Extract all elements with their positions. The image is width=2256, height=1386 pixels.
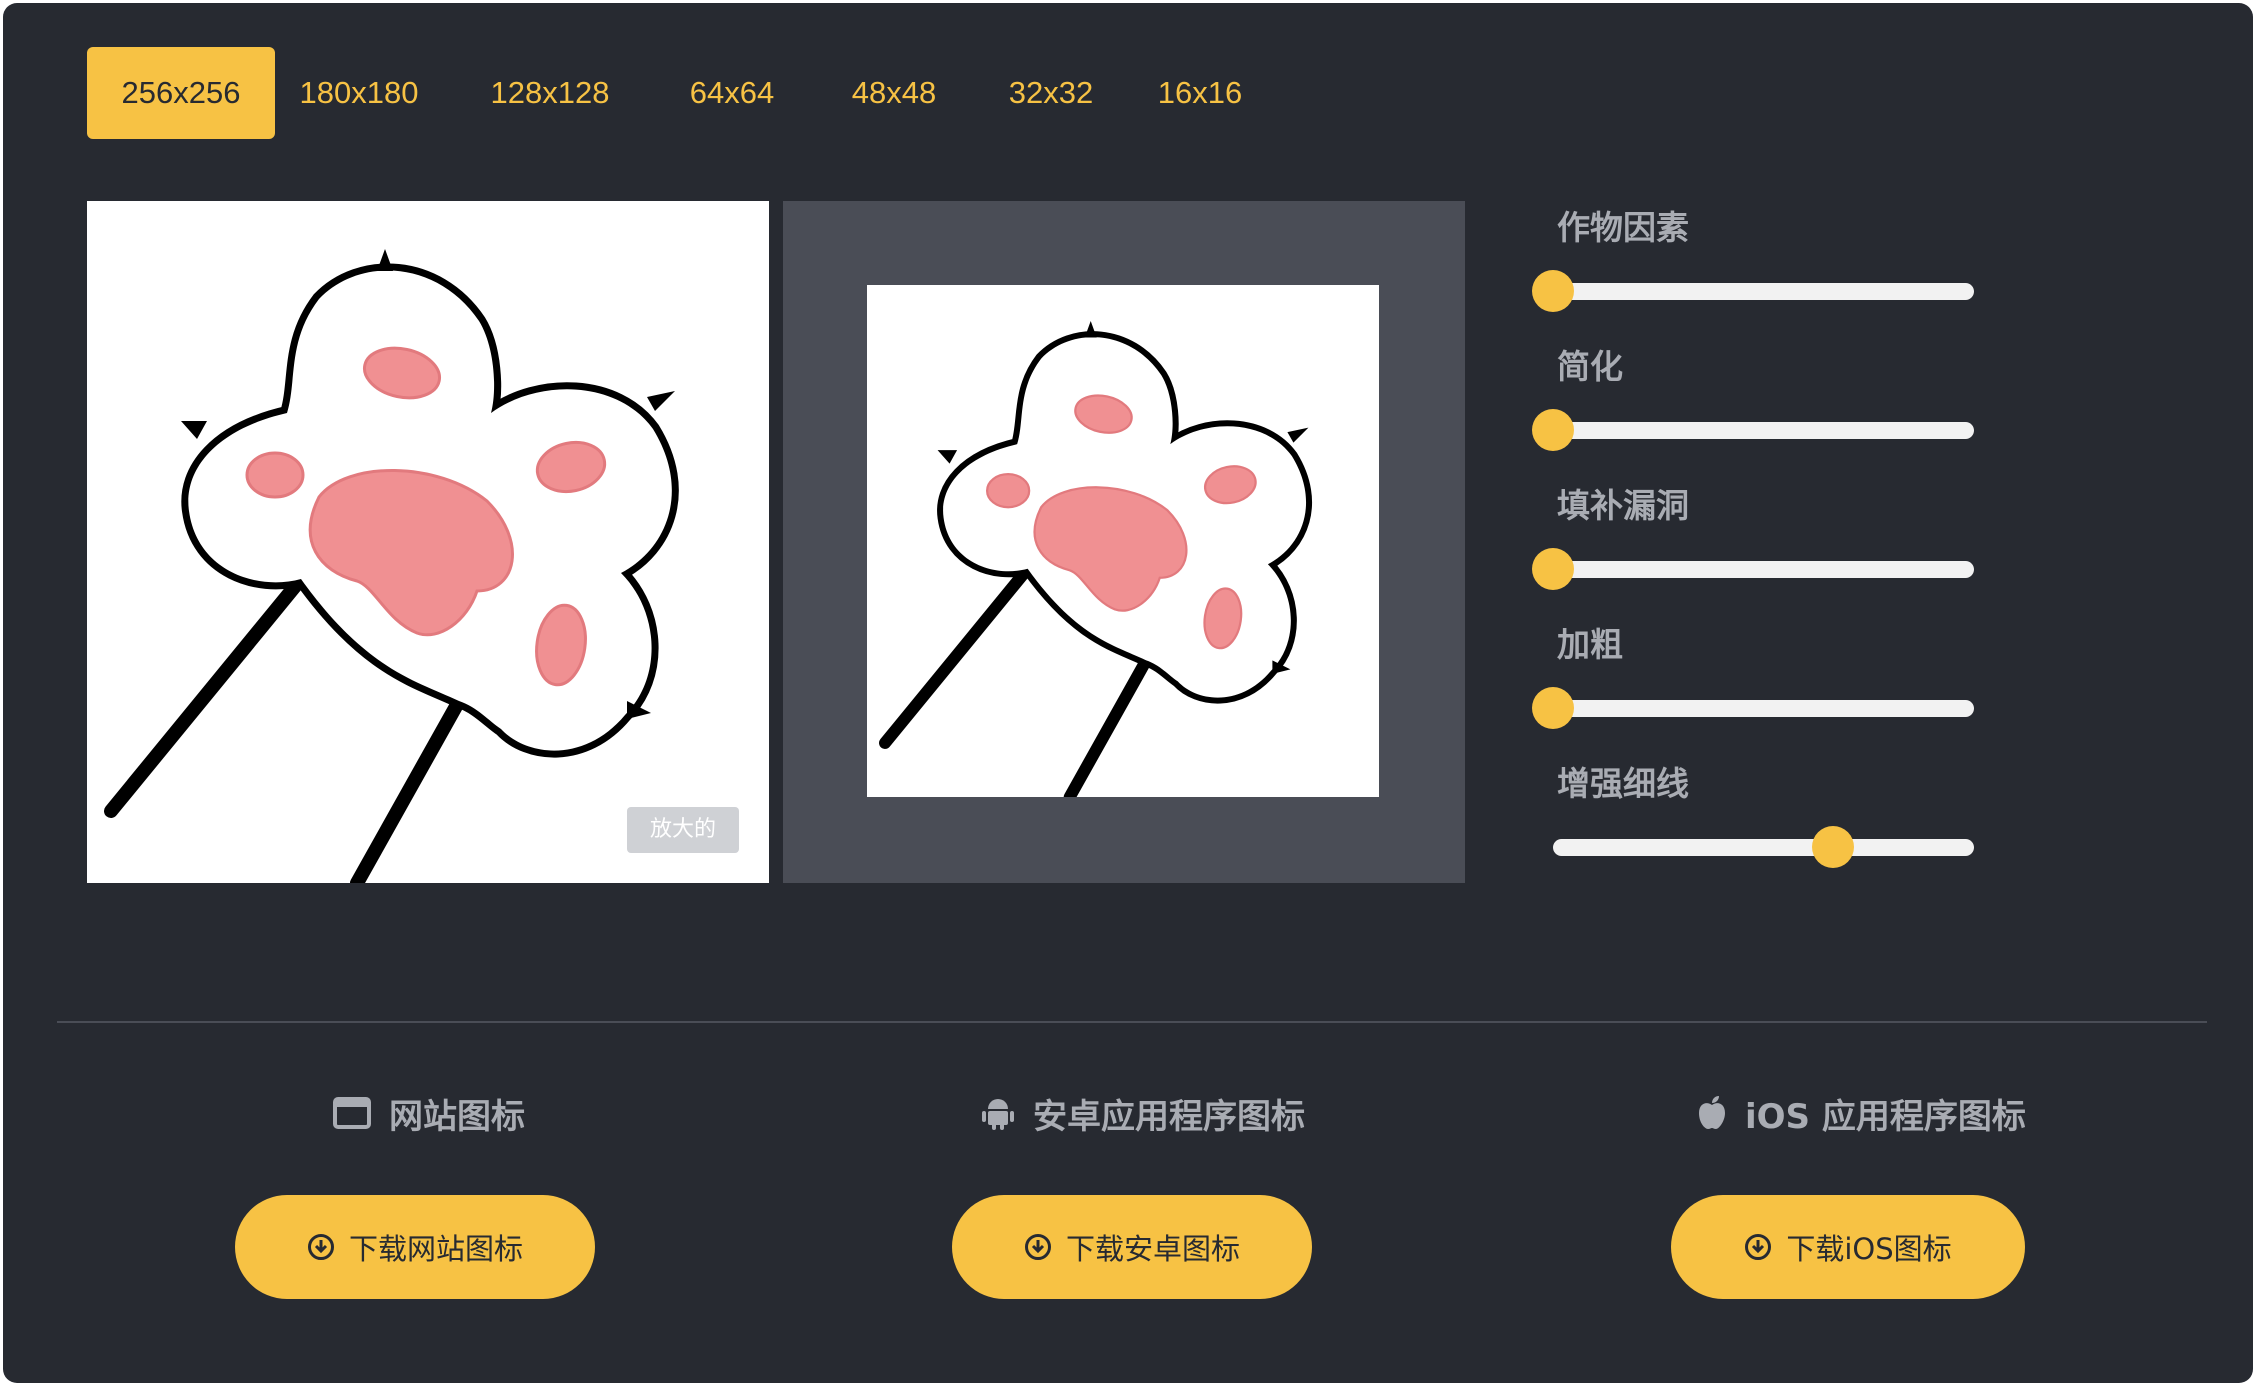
download-icon bbox=[307, 1234, 334, 1260]
tab-16x16[interactable]: 16x16 bbox=[1151, 47, 1249, 139]
slider-track[interactable] bbox=[1553, 283, 1974, 300]
section-divider bbox=[57, 1021, 2207, 1023]
control-label: 简化 bbox=[1557, 347, 1623, 386]
slider-thumb[interactable] bbox=[1532, 548, 1574, 590]
download-website-icon-button[interactable]: 下载网站图标 bbox=[235, 1195, 595, 1299]
section-title: 安卓应用程序图标 bbox=[1033, 1096, 1305, 1137]
download-icon bbox=[1024, 1234, 1051, 1260]
actual-preview bbox=[783, 201, 1465, 883]
browser-window-icon bbox=[333, 1097, 371, 1129]
tab-48x48[interactable]: 48x48 bbox=[839, 47, 949, 139]
section-title: 网站图标 bbox=[389, 1096, 525, 1137]
section-title: iOS 应用程序图标 bbox=[1745, 1096, 2026, 1137]
apple-icon bbox=[1699, 1096, 1725, 1129]
download-icon bbox=[1745, 1234, 1772, 1260]
control-bold: 加粗 bbox=[1503, 618, 2023, 757]
slider-thumb[interactable] bbox=[1532, 270, 1574, 312]
zoom-badge: 放大的 bbox=[627, 807, 739, 853]
favicon-generator-app: 256x256 180x180 128x128 64x64 48x48 32x3… bbox=[3, 3, 2253, 1383]
zoomed-preview: 放大的 bbox=[87, 201, 769, 883]
slider-track[interactable] bbox=[1553, 700, 1974, 717]
control-enhance-thin-lines: 增强细线 bbox=[1503, 757, 2023, 896]
actual-preview-canvas bbox=[867, 285, 1379, 797]
control-simplify: 简化 bbox=[1503, 340, 2023, 479]
control-label: 加粗 bbox=[1557, 625, 1623, 664]
control-label: 填补漏洞 bbox=[1557, 486, 1689, 525]
control-crop-factor: 作物因素 bbox=[1503, 201, 2023, 340]
tab-64x64[interactable]: 64x64 bbox=[677, 47, 787, 139]
section-android-icon: 安卓应用程序图标 bbox=[981, 1088, 1305, 1138]
control-fill-holes: 填补漏洞 bbox=[1503, 479, 2023, 618]
section-website-icon: 网站图标 bbox=[333, 1088, 525, 1138]
control-label: 增强细线 bbox=[1557, 764, 1689, 803]
button-label: 下载网站图标 bbox=[348, 1232, 523, 1266]
cat-paw-image-zoomed bbox=[104, 249, 679, 883]
slider-track[interactable] bbox=[1553, 561, 1974, 578]
download-ios-icon-button[interactable]: 下载iOS图标 bbox=[1671, 1195, 2025, 1299]
cat-paw-image-actual bbox=[879, 321, 1313, 797]
tab-128x128[interactable]: 128x128 bbox=[485, 47, 615, 139]
slider-track[interactable] bbox=[1553, 422, 1974, 439]
tab-256x256[interactable]: 256x256 bbox=[87, 47, 275, 139]
android-icon bbox=[982, 1099, 1014, 1130]
download-android-icon-button[interactable]: 下载安卓图标 bbox=[952, 1195, 1312, 1299]
section-ios-icon: iOS 应用程序图标 bbox=[1697, 1088, 2026, 1138]
tab-180x180[interactable]: 180x180 bbox=[293, 47, 425, 139]
slider-thumb[interactable] bbox=[1532, 687, 1574, 729]
control-label: 作物因素 bbox=[1557, 208, 1689, 247]
button-label: 下载iOS图标 bbox=[1786, 1232, 1952, 1266]
slider-track[interactable] bbox=[1553, 839, 1974, 856]
slider-thumb[interactable] bbox=[1532, 409, 1574, 451]
button-label: 下载安卓图标 bbox=[1065, 1232, 1240, 1266]
tab-32x32[interactable]: 32x32 bbox=[1001, 47, 1101, 139]
slider-thumb[interactable] bbox=[1812, 826, 1854, 868]
